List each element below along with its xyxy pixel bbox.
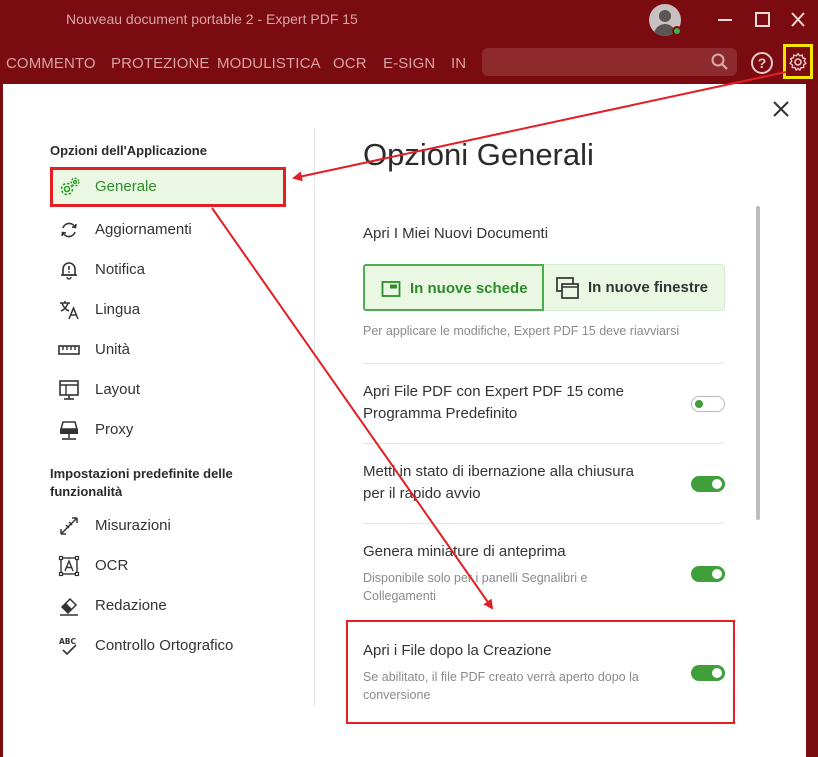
- eraser-icon: [58, 595, 80, 617]
- proxy-icon: [58, 419, 80, 441]
- hibernate-toggle[interactable]: [691, 476, 725, 492]
- sidebar-item-ocr[interactable]: OCR: [50, 546, 286, 586]
- setting-open-after-creation-title: Apri i File dopo la Creazione: [363, 642, 552, 659]
- sidebar-item-label: Proxy: [95, 421, 134, 438]
- ocr-icon: [58, 555, 80, 577]
- setting-hibernate-title: Metti in stato di ibernazione alla chius…: [363, 463, 634, 502]
- thumbnails-toggle[interactable]: [691, 566, 725, 582]
- sidebar-item-label: Lingua: [95, 301, 141, 318]
- open-docs-label: Apri I Miei Nuovi Documenti: [363, 225, 549, 242]
- menu-in[interactable]: IN: [451, 55, 466, 72]
- option-new-tabs-label: In nuove schede: [410, 280, 528, 297]
- sidebar-item-redazione[interactable]: Redazione: [50, 586, 286, 626]
- sidebar-item-label: Notifica: [95, 261, 146, 278]
- sidebar-item-aggiornamenti[interactable]: Aggiornamenti: [50, 210, 286, 250]
- restart-note: Per applicare le modifiche, Expert PDF 1…: [363, 324, 680, 338]
- search-icon: [711, 53, 728, 70]
- layout-icon: [58, 379, 80, 401]
- page-title: Opzioni Generali: [363, 137, 594, 172]
- section-feature-defaults: Impostazioni predefinite delle funzional…: [50, 466, 233, 499]
- gears-icon: [59, 176, 81, 198]
- scrollbar[interactable]: [756, 206, 760, 520]
- sidebar-item-label: Misurazioni: [95, 517, 171, 534]
- maximize-icon[interactable]: [750, 8, 774, 32]
- option-new-windows-button[interactable]: In nuove finestre: [544, 264, 725, 311]
- menu-ocr[interactable]: OCR: [333, 55, 367, 72]
- sidebar-item-lingua[interactable]: Lingua: [50, 290, 286, 330]
- ruler-icon: [58, 339, 80, 361]
- sidebar-item-label: Layout: [95, 381, 141, 398]
- sidebar-item-label: Controllo Ortografico: [95, 637, 234, 654]
- window-title: Nouveau document portable 2 - Expert PDF…: [66, 11, 358, 27]
- option-new-windows-label: In nuove finestre: [588, 279, 709, 296]
- sidebar-divider: [314, 128, 315, 706]
- option-new-tabs-button[interactable]: In nuove schede: [363, 264, 544, 311]
- measure-icon: [58, 515, 80, 537]
- spellcheck-icon: ABC: [58, 635, 80, 657]
- bell-icon: [58, 259, 80, 281]
- default-program-toggle[interactable]: [691, 396, 725, 412]
- close-dialog-icon[interactable]: [769, 97, 793, 121]
- menu-esign[interactable]: E-SIGN: [383, 55, 435, 72]
- menu-modulistica[interactable]: MODULISTICA: [217, 55, 321, 72]
- open-after-creation-toggle[interactable]: [691, 665, 725, 681]
- sidebar-item-layout[interactable]: Layout: [50, 370, 286, 410]
- search-input[interactable]: [482, 48, 737, 76]
- help-icon[interactable]: ?: [751, 52, 773, 74]
- minimize-icon[interactable]: [713, 8, 737, 32]
- tab-icon: [381, 279, 401, 299]
- sidebar-item-proxy[interactable]: Proxy: [50, 410, 286, 450]
- setting-thumbnails-desc: Disponibile solo per i panelli Segnalibr…: [363, 571, 588, 603]
- sidebar-item-controllo-ortografico[interactable]: ABC Controllo Ortografico: [50, 626, 286, 666]
- sidebar-item-label: OCR: [95, 557, 129, 574]
- menu-commento[interactable]: COMMENTO: [6, 55, 96, 72]
- gear-icon: [789, 52, 807, 71]
- sidebar-item-label: Redazione: [95, 597, 167, 614]
- menu-protezione[interactable]: PROTEZIONE: [111, 55, 210, 72]
- refresh-icon: [58, 219, 80, 241]
- sidebar-item-label: Unità: [95, 341, 131, 358]
- divider: [363, 363, 724, 364]
- sidebar-item-notifica[interactable]: Notifica: [50, 250, 286, 290]
- setting-thumbnails-title: Genera miniature di anteprima: [363, 543, 566, 560]
- setting-open-after-creation-desc: Se abilitato, il file PDF creato verrà a…: [363, 670, 639, 702]
- divider: [363, 443, 724, 444]
- online-status-icon: [672, 26, 682, 36]
- sidebar-item-label: Generale: [95, 178, 157, 195]
- setting-default-program-title: Apri File PDF con Expert PDF 15 come Pro…: [363, 383, 624, 422]
- sidebar-item-misurazioni[interactable]: Misurazioni: [50, 506, 286, 546]
- sidebar-item-generale[interactable]: Generale: [50, 167, 286, 207]
- divider: [363, 523, 724, 524]
- close-icon[interactable]: [786, 8, 810, 32]
- windows-icon: [556, 277, 579, 299]
- sidebar-item-unita[interactable]: Unità: [50, 330, 286, 370]
- sidebar-item-label: Aggiornamenti: [95, 221, 192, 238]
- settings-button[interactable]: [783, 44, 813, 79]
- section-application-options: Opzioni dell'Applicazione: [50, 143, 207, 158]
- svg-text:ABC: ABC: [59, 637, 77, 646]
- translate-icon: [58, 299, 80, 321]
